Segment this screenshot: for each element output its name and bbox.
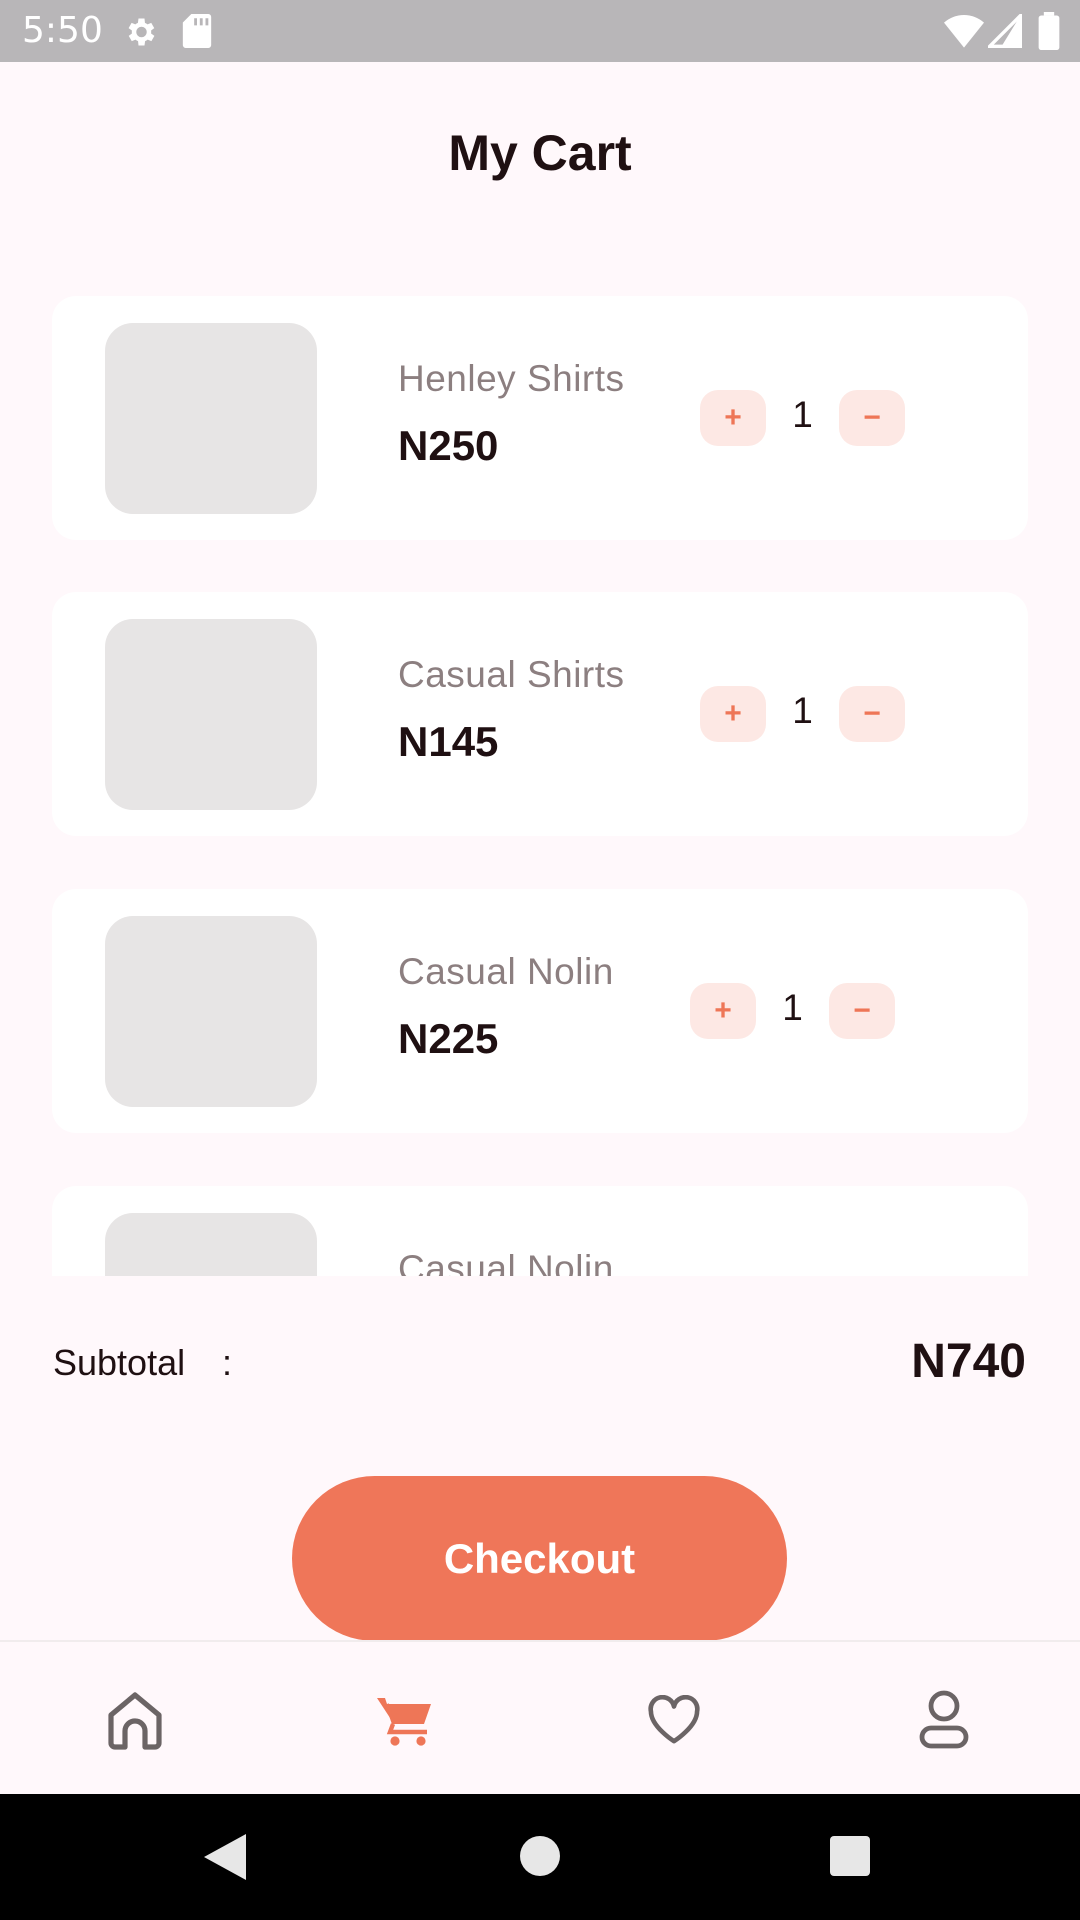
heart-icon (647, 1694, 701, 1750)
subtotal-colon: : (222, 1342, 233, 1383)
signal-icon (985, 11, 1022, 53)
subtotal-label: Subtotal (53, 1342, 186, 1383)
product-name: Casual Nolin (398, 951, 614, 992)
status-bar: 5:50 (0, 0, 1080, 62)
recents-icon[interactable] (830, 1836, 870, 1881)
profile-icon (919, 1690, 969, 1755)
decrement-button[interactable]: − (829, 983, 895, 1039)
increment-button[interactable]: + (700, 686, 766, 742)
settings-icon (122, 14, 158, 55)
status-time: 5:50 (22, 10, 103, 51)
cart-item[interactable]: Casual Nolin (52, 1186, 1028, 1276)
subtotal-value: N740 (911, 1335, 1026, 1388)
nav-home[interactable] (95, 1682, 175, 1762)
battery-icon (1038, 12, 1060, 55)
product-price: N145 (398, 718, 499, 765)
product-name: Casual Nolin (398, 1248, 614, 1276)
decrement-button[interactable]: − (839, 390, 905, 446)
sd-card-icon (182, 14, 212, 53)
product-image (105, 323, 317, 514)
quantity-stepper: + 1 − (700, 390, 905, 446)
page-title: My Cart (448, 125, 632, 181)
quantity-stepper: + 1 − (700, 686, 905, 742)
home-button-icon[interactable] (520, 1836, 560, 1881)
checkout-button[interactable]: Checkout (292, 1476, 787, 1641)
product-price: N250 (398, 422, 499, 469)
increment-button[interactable]: + (690, 983, 756, 1039)
product-image (105, 916, 317, 1107)
decrement-button[interactable]: − (839, 686, 905, 742)
increment-button[interactable]: + (700, 390, 766, 446)
nav-cart[interactable] (365, 1682, 445, 1762)
quantity-value: 1 (792, 690, 813, 731)
product-image (105, 1213, 317, 1276)
cart-item[interactable]: Casual Nolin N225 + 1 − (52, 889, 1028, 1133)
product-image (105, 619, 317, 810)
quantity-value: 1 (782, 987, 803, 1028)
cart-icon (377, 1694, 433, 1751)
product-name: Casual Shirts (398, 654, 625, 695)
product-price: N225 (398, 1015, 499, 1062)
cart-item[interactable]: Henley Shirts N250 + 1 − (52, 296, 1028, 540)
home-icon (105, 1689, 165, 1756)
quantity-value: 1 (792, 394, 813, 435)
nav-favorites[interactable] (634, 1682, 714, 1762)
quantity-stepper: + 1 − (690, 983, 895, 1039)
nav-profile[interactable] (904, 1682, 984, 1762)
cart-list[interactable]: Henley Shirts N250 + 1 − Casual Shirts N… (0, 296, 1080, 1276)
back-icon[interactable] (204, 1834, 246, 1885)
cart-item[interactable]: Casual Shirts N145 + 1 − (52, 592, 1028, 836)
system-nav-bar (0, 1794, 1080, 1920)
wifi-icon (944, 14, 984, 53)
bottom-nav (0, 1640, 1080, 1794)
product-name: Henley Shirts (398, 358, 625, 399)
